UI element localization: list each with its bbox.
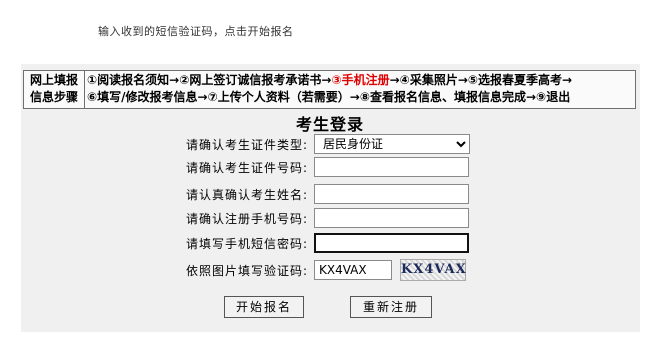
- captcha-input[interactable]: [314, 260, 392, 280]
- phone-label: 请确认注册手机号码:: [185, 211, 308, 226]
- steps-line-2: ⑥填写/修改报考信息→⑦上传个人资料（若需要）→⑧查看报名信息、填报信息完成→⑨…: [87, 90, 571, 104]
- phone-row: 请确认注册手机号码:: [150, 207, 469, 229]
- steps-line1-a: ①阅读报名须知→②网上签订诚信报考承诺书→: [87, 73, 332, 87]
- steps-line-1: ①阅读报名须知→②网上签订诚信报考承诺书→③手机注册→④采集照片→⑤选报春夏季高…: [87, 72, 635, 89]
- name-label: 请认真确认考生姓名:: [185, 187, 308, 202]
- sms-code-input[interactable]: [314, 233, 469, 253]
- reregister-button[interactable]: 重新注册: [350, 296, 432, 318]
- steps-list: ①阅读报名须知→②网上签订诚信报考承诺书→③手机注册→④采集照片→⑤选报春夏季高…: [85, 71, 635, 108]
- sms-label: 请填写手机短信密码:: [185, 236, 308, 251]
- steps-label: 网上填报 信息步骤: [24, 71, 85, 108]
- steps-label-line1: 网上填报: [29, 73, 78, 87]
- steps-box: 网上填报 信息步骤 ①阅读报名须知→②网上签订诚信报考承诺书→③手机注册→④采集…: [23, 70, 636, 109]
- sms-row: 请填写手机短信密码:: [150, 232, 469, 254]
- start-registration-button[interactable]: 开始报名: [224, 296, 304, 318]
- name-input[interactable]: [314, 184, 469, 204]
- id-number-row: 请确认考生证件号码:: [150, 156, 469, 178]
- name-row: 请认真确认考生姓名:: [150, 183, 469, 205]
- id-type-label: 请确认考生证件类型:: [185, 137, 308, 152]
- captcha-image[interactable]: KX4VAX: [400, 259, 466, 281]
- id-type-select[interactable]: 居民身份证: [314, 134, 470, 154]
- steps-label-line2: 信息步骤: [29, 90, 78, 104]
- captcha-label: 依照图片填写验证码:: [185, 263, 308, 278]
- instruction-text: 输入收到的短信验证码，点击开始报名: [98, 25, 294, 38]
- steps-line1-b: →④采集照片→⑤选报春夏季高考→: [389, 73, 573, 87]
- id-number-label: 请确认考生证件号码:: [185, 160, 308, 175]
- page-title: 考生登录: [295, 115, 364, 134]
- id-type-row: 请确认考生证件类型: 居民身份证: [150, 133, 470, 155]
- captcha-row: 依照图片填写验证码: KX4VAX: [150, 259, 466, 281]
- id-number-input[interactable]: [314, 157, 469, 177]
- current-step: ③手机注册: [331, 73, 390, 87]
- phone-input[interactable]: [314, 208, 469, 228]
